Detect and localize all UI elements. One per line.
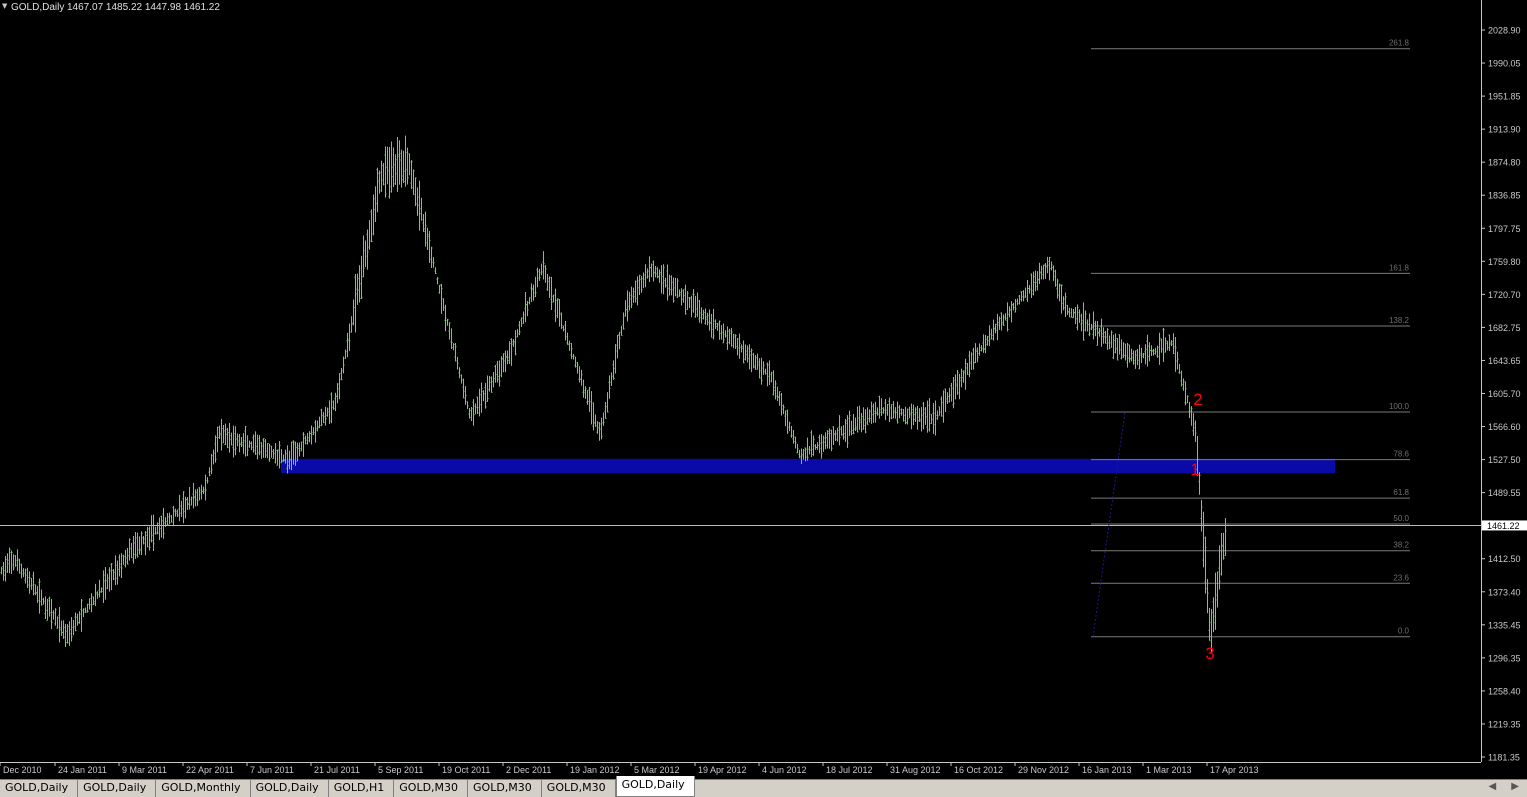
price-tick-label: 1874.80 <box>1488 158 1521 168</box>
fib-level-label: 38.2 <box>1393 541 1409 550</box>
time-tick-label: 17 Apr 2013 <box>1210 765 1259 775</box>
current-price-label: 1461.22 <box>1487 521 1520 531</box>
chart-tab[interactable]: GOLD,Daily <box>0 779 79 797</box>
price-tick-label: 1181.35 <box>1488 753 1520 763</box>
time-tick-label: 24 Jan 2011 <box>58 765 107 775</box>
fib-level-label: 100.0 <box>1389 402 1410 411</box>
chart-tab-bar: GOLD,Daily GOLD,Daily GOLD,Monthly GOLD,Dai… <box>0 776 1527 797</box>
price-tick-label: 1951.85 <box>1488 92 1521 102</box>
time-tick-label: 19 Jan 2012 <box>570 765 620 775</box>
time-tick-label: 5 Mar 2012 <box>634 765 680 775</box>
price-tick-label: 1527.50 <box>1488 455 1521 465</box>
price-tick-label: 1412.50 <box>1488 554 1521 564</box>
chart-tab[interactable]: GOLD,M30 <box>542 779 616 797</box>
fib-level-label: 78.6 <box>1393 450 1409 459</box>
price-tick-label: 1759.80 <box>1488 257 1521 267</box>
price-tick-label: 1605.70 <box>1488 389 1521 399</box>
time-tick-label: 5 Sep 2011 <box>378 765 423 775</box>
price-tick-label: 1335.45 <box>1488 620 1521 630</box>
price-tick-label: 1836.85 <box>1488 191 1521 201</box>
price-tick-label: 1566.60 <box>1488 422 1521 432</box>
fib-level-label: 23.6 <box>1393 573 1409 582</box>
time-tick-label: 2 Dec 2011 <box>506 765 551 775</box>
time-tick-label: 21 Jul 2011 <box>314 765 360 775</box>
time-tick-label: 18 Jul 2012 <box>826 765 873 775</box>
time-tick-label: 19 Oct 2011 <box>442 765 490 775</box>
chart-tab[interactable]: GOLD,M30 <box>394 779 469 797</box>
price-tick-label: 1258.40 <box>1488 686 1521 696</box>
time-tick-label: 9 Mar 2011 <box>122 765 167 775</box>
price-chart[interactable]: 261.8 161.8 138.2 100.0 78.6 61.8 50.0 38.2 23.6… <box>0 0 1527 779</box>
chart-tab[interactable]: GOLD,M30 <box>468 779 542 797</box>
header-ohlc: 1467.07 1485.22 1447.98 1461.22 <box>67 2 220 13</box>
price-tick-label: 1643.65 <box>1488 356 1521 366</box>
price-tick-label: 1296.35 <box>1488 653 1521 663</box>
chart-tab[interactable]: GOLD,H1 <box>329 779 395 797</box>
fib-level-label: 0.0 <box>1398 627 1410 636</box>
time-tick-label: 1 Mar 2013 <box>1146 765 1192 775</box>
price-tick-label: 1489.55 <box>1488 488 1521 498</box>
wave-label-1: 1 <box>1190 460 1199 479</box>
price-tick-label: 2028.90 <box>1488 26 1521 36</box>
price-tick-label: 1913.90 <box>1488 125 1521 135</box>
price-tick-label: 1682.75 <box>1488 323 1521 333</box>
chart-background <box>0 0 1527 779</box>
time-tick-label: 4 Jun 2012 <box>762 765 807 775</box>
time-tick-label: 16 Oct 2012 <box>954 765 1003 775</box>
chart-tab[interactable]: GOLD,Daily <box>78 779 157 797</box>
time-tick-label: 7 Jun 2011 <box>250 765 294 775</box>
chart-tab[interactable]: GOLD,Monthly <box>156 779 251 797</box>
chart-tab[interactable]: GOLD,Daily <box>251 779 329 797</box>
chart-tab[interactable]: GOLD,Daily <box>615 776 695 797</box>
time-tick-label: 29 Nov 2012 <box>1018 765 1069 775</box>
time-tick-label: 22 Apr 2011 <box>186 765 234 775</box>
time-tick-label: Dec 2010 <box>3 765 42 775</box>
price-tick-label: 1990.05 <box>1488 59 1521 69</box>
header-caret[interactable]: ▼ <box>2 2 8 10</box>
fib-level-label: 161.8 <box>1389 263 1410 272</box>
price-tick-label: 1797.75 <box>1488 224 1521 234</box>
price-tick-label: 1219.35 <box>1488 719 1521 729</box>
tab-scroll-arrows[interactable]: ◀ ▶ <box>1488 781 1525 792</box>
fib-level-label: 261.8 <box>1389 39 1410 48</box>
fib-level-label: 61.8 <box>1393 488 1409 497</box>
header-symbol: GOLD,Daily <box>11 2 64 13</box>
time-tick-label: 19 Apr 2012 <box>698 765 747 775</box>
wave-label-2: 2 <box>1193 390 1202 409</box>
wave-label-3: 3 <box>1205 644 1214 663</box>
fib-level-label: 138.2 <box>1389 316 1410 325</box>
time-tick-label: 16 Jan 2013 <box>1082 765 1132 775</box>
support-zone <box>281 458 1335 474</box>
price-tick-label: 1373.40 <box>1488 587 1521 597</box>
price-tick-label: 1720.70 <box>1488 290 1521 300</box>
time-tick-label: 31 Aug 2012 <box>890 765 941 775</box>
fib-level-label: 50.0 <box>1393 514 1409 523</box>
chart-header: ▼ GOLD,Daily 1467.07 1485.22 1447.98 146… <box>2 2 220 13</box>
